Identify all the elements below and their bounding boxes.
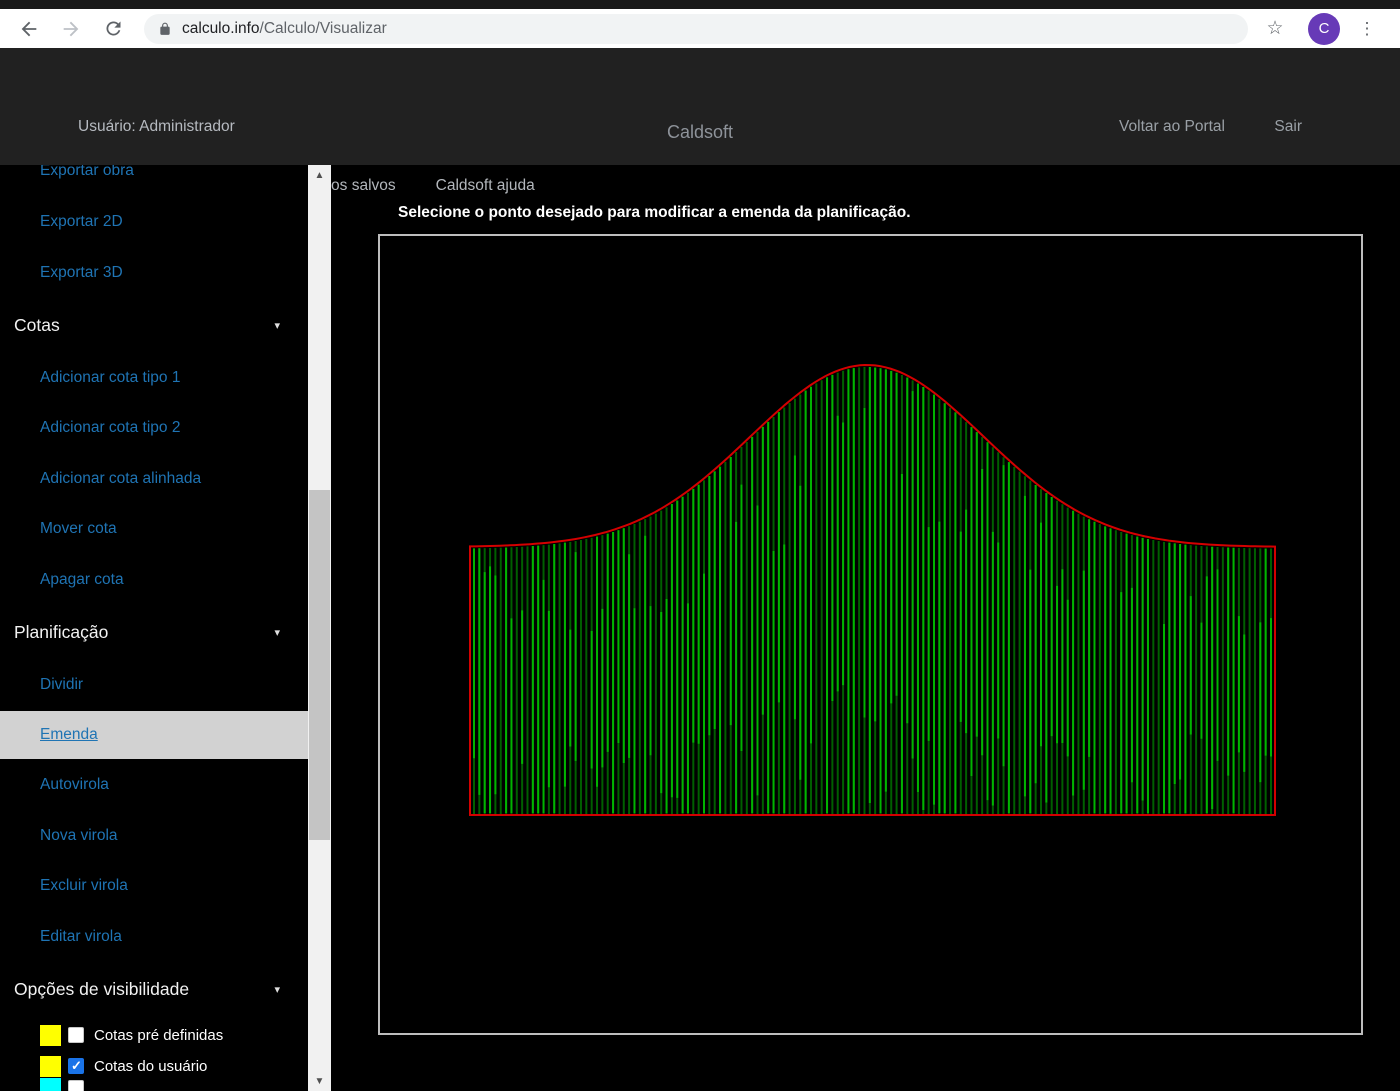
visibility-checkbox[interactable] (68, 1027, 84, 1043)
url-path: /Calculo/Visualizar (260, 20, 387, 37)
chevron-down-icon: ▾ (274, 983, 280, 996)
scroll-down-icon[interactable]: ▼ (308, 1071, 331, 1091)
sidebar-section-cotas[interactable]: Cotas ▾ (0, 315, 308, 336)
forward-button[interactable] (54, 12, 88, 46)
lock-icon (158, 21, 172, 37)
profile-avatar[interactable]: C (1308, 13, 1340, 45)
sidebar-item-exportar-3d[interactable]: Exportar 3D (0, 264, 123, 282)
sidebar-item-editar-virola[interactable]: Editar virola (0, 928, 122, 946)
sidebar-item-emenda[interactable]: Emenda (0, 726, 98, 744)
logout-link[interactable]: Sair (1274, 118, 1302, 136)
sidebar-item-apagar-cota[interactable]: Apagar cota (0, 571, 124, 589)
section-label: Cotas (14, 315, 60, 336)
color-swatch (40, 1025, 61, 1046)
sidebar-item-adicionar-cota-tipo-1[interactable]: Adicionar cota tipo 1 (0, 369, 180, 387)
color-swatch (40, 1078, 61, 1091)
sidebar-section-op-es-de-visibilidade[interactable]: Opções de visibilidade ▾ (0, 979, 308, 1000)
sidebar-item-exportar-obra[interactable]: Exportar obra (0, 165, 134, 180)
scrollbar-thumb[interactable] (309, 490, 330, 840)
browser-toolbar: calculo.info/Calculo/Visualizar ☆ C ⋮ (0, 9, 1400, 48)
checkbox-label: Cotas pré definidas (94, 1027, 223, 1044)
app-header: Usuário: Administrador Caldsoft Voltar a… (0, 48, 1400, 165)
sidebar-scrollbar[interactable]: ▲ ▼ (308, 165, 331, 1091)
sidebar-item-excluir-virola[interactable]: Excluir virola (0, 877, 128, 895)
chevron-down-icon: ▾ (274, 626, 280, 639)
sidebar-item-adicionar-cota-alinhada[interactable]: Adicionar cota alinhada (0, 470, 201, 488)
window-top-strip (0, 0, 1400, 9)
scroll-up-icon[interactable]: ▲ (308, 165, 331, 185)
bookmark-star-icon[interactable]: ☆ (1258, 12, 1292, 46)
sidebar-item-adicionar-cota-tipo-2[interactable]: Adicionar cota tipo 2 (0, 419, 180, 437)
visibility-checkbox[interactable] (68, 1080, 84, 1091)
forward-arrow-icon (60, 18, 82, 40)
sidebar: Exportar obra Exportar 2D Exportar 3D Cotas… (0, 165, 308, 1091)
section-label: Opções de visibilidade (14, 979, 189, 1000)
drawing-canvas[interactable] (378, 234, 1363, 1035)
planification-figure[interactable] (380, 236, 1361, 1033)
instruction-text: Selecione o ponto desejado para modifica… (398, 204, 911, 222)
sidebar-item-mover-cota[interactable]: Mover cota (0, 520, 117, 538)
back-arrow-icon (18, 18, 40, 40)
sidebar-item-dividir[interactable]: Dividir (0, 676, 83, 694)
browser-menu-icon[interactable]: ⋮ (1350, 12, 1384, 46)
reload-icon (103, 18, 124, 39)
url-text: calculo.info/Calculo/Visualizar (182, 20, 387, 38)
sidebar-section-planifica-o[interactable]: Planificação ▾ (0, 622, 308, 643)
address-bar[interactable]: calculo.info/Calculo/Visualizar (144, 14, 1248, 44)
nav-link-caldsoft-ajuda[interactable]: Caldsoft ajuda (436, 177, 535, 195)
chevron-down-icon: ▾ (274, 319, 280, 332)
back-button[interactable] (12, 12, 46, 46)
url-host: calculo.info (182, 20, 260, 37)
sidebar-item-autovirola[interactable]: Autovirola (0, 776, 109, 794)
portal-link[interactable]: Voltar ao Portal (1119, 118, 1225, 136)
reload-button[interactable] (96, 12, 130, 46)
section-label: Planificação (14, 622, 108, 643)
sidebar-item-nova-virola[interactable]: Nova virola (0, 827, 118, 845)
sidebar-item-exportar-2d[interactable]: Exportar 2D (0, 213, 123, 231)
